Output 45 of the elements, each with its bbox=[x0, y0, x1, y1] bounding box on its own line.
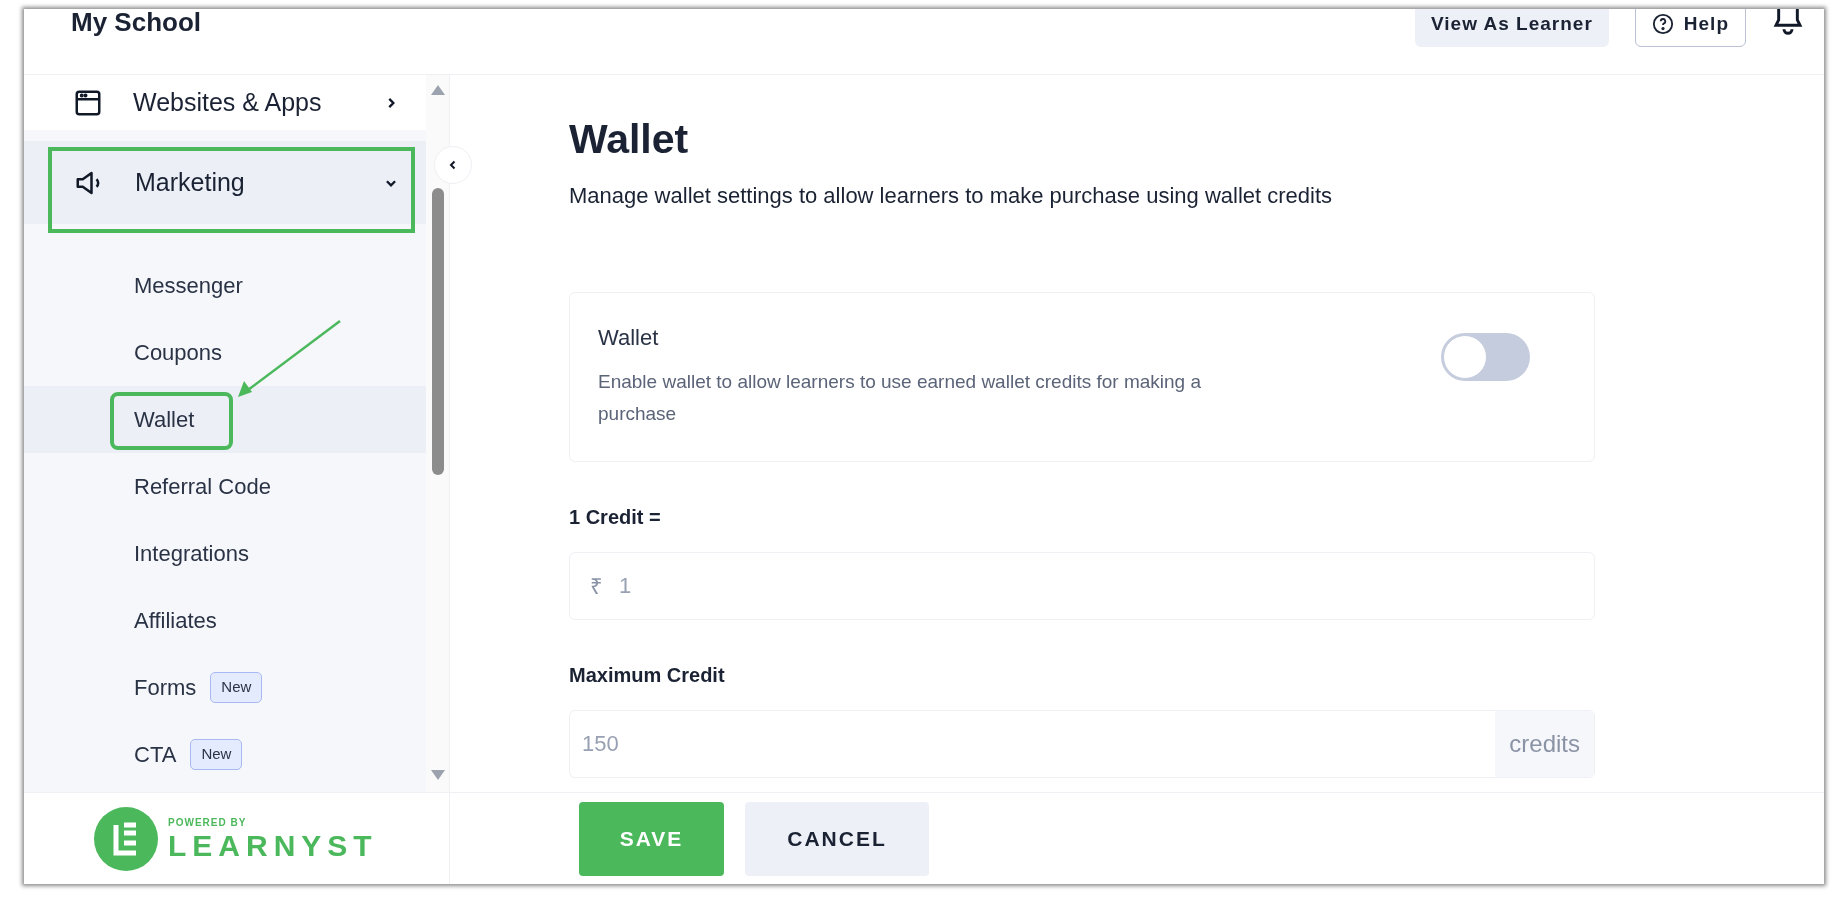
sidebar-item-label: Marketing bbox=[135, 166, 245, 198]
input-field[interactable]: 1 bbox=[603, 553, 1594, 619]
submenu-label: Integrations bbox=[134, 540, 249, 568]
scroll-up-icon[interactable] bbox=[430, 85, 445, 95]
new-badge: New bbox=[210, 672, 263, 703]
new-badge: New bbox=[190, 739, 243, 770]
submenu-item[interactable]: Forms New bbox=[24, 654, 427, 721]
page-title: Wallet bbox=[569, 115, 690, 164]
submenu-label: Affiliates bbox=[134, 607, 217, 635]
submenu-item[interactable]: Integrations bbox=[24, 520, 427, 587]
brand-name: LEARNYST bbox=[168, 830, 378, 862]
scroll-down-icon[interactable] bbox=[430, 770, 445, 780]
wallet-toggle[interactable] bbox=[1441, 333, 1530, 381]
submenu-label: Wallet bbox=[134, 406, 195, 434]
submenu-item[interactable]: Wallet bbox=[24, 386, 427, 453]
currency-symbol: ₹ bbox=[590, 572, 603, 601]
submenu-label: Coupons bbox=[134, 339, 223, 367]
submenu-item[interactable]: Referral Code bbox=[24, 453, 427, 520]
input-field[interactable]: 150 bbox=[570, 711, 1496, 777]
submenu-label: Forms bbox=[134, 674, 197, 702]
submenu-item[interactable]: Messenger bbox=[24, 252, 427, 319]
view-as-learner-button[interactable]: View As Learner bbox=[1415, 9, 1609, 47]
learnyst-logo-icon bbox=[94, 806, 158, 871]
submenu-item[interactable]: CTA New bbox=[24, 721, 427, 788]
cancel-button[interactable]: CANCEL bbox=[745, 801, 929, 876]
help-button[interactable]: Help bbox=[1634, 9, 1746, 47]
submenu-item[interactable]: Affiliates bbox=[24, 587, 427, 654]
scrollbar-thumb[interactable] bbox=[431, 188, 444, 475]
powered-by-text: POWERED BY bbox=[168, 816, 248, 830]
sidebar-item[interactable]: Websites & Apps bbox=[24, 75, 427, 130]
school-name: My School bbox=[71, 9, 201, 39]
field-label: 1 Credit = bbox=[569, 505, 662, 530]
setting-title: Wallet bbox=[598, 324, 660, 352]
submenu-label: Referral Code bbox=[134, 473, 271, 501]
submenu-label: CTA bbox=[134, 741, 177, 769]
field-label: Maximum Credit bbox=[569, 663, 726, 688]
setting-description: Enable wallet to allow learners to use earned wallet credits for making a purchase bbox=[598, 370, 1203, 426]
sidebar-scrollbar[interactable] bbox=[426, 75, 449, 792]
page-subtitle: Manage wallet settings to allow learners to make purchase using wallet credits bbox=[569, 182, 1334, 210]
help-icon bbox=[1651, 13, 1674, 35]
sidebar-item[interactable]: Marketing bbox=[24, 141, 427, 224]
input-suffix: credits bbox=[1495, 711, 1594, 777]
submenu-label: Messenger bbox=[134, 272, 243, 300]
submenu-item[interactable]: Coupons bbox=[24, 319, 427, 386]
sidebar-item-label: Websites & Apps bbox=[133, 86, 322, 118]
